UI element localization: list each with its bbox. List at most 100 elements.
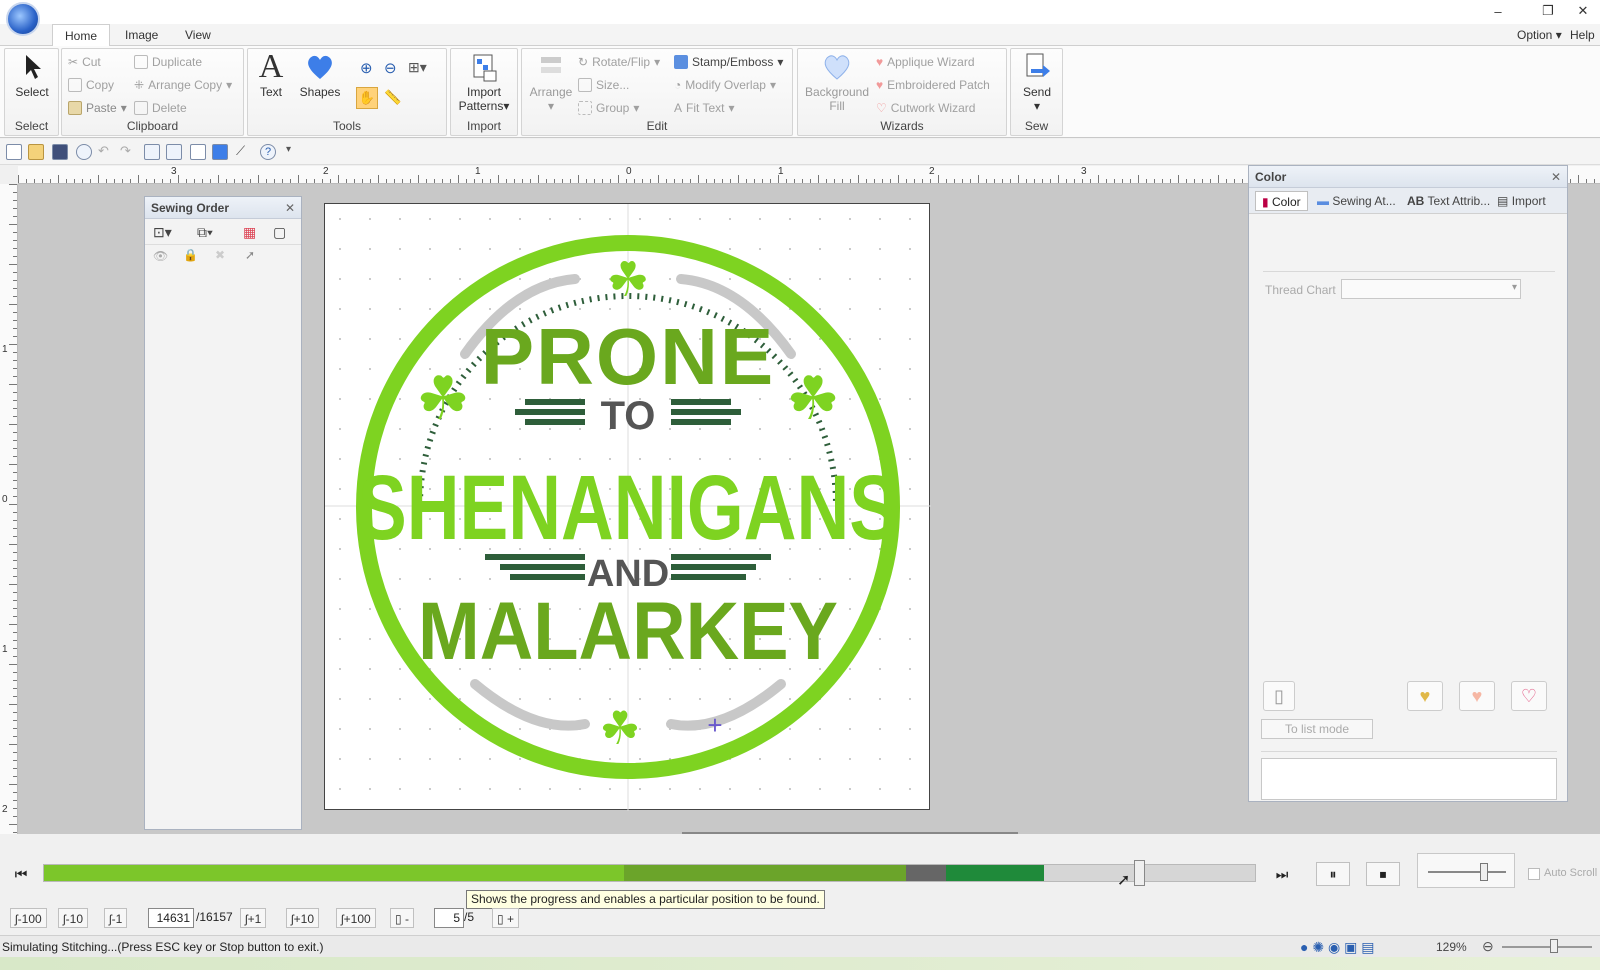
ruler-tick	[434, 179, 435, 183]
lock-icon[interactable]: 🔒	[183, 248, 198, 262]
view-all-icon[interactable]: ⊡▾	[153, 224, 172, 241]
zoom-out-icon[interactable]: ⊖	[384, 59, 397, 77]
applique-wizard-button[interactable]: ♥ Applique Wizard	[876, 55, 975, 69]
auto-scroll-checkbox[interactable]	[1528, 868, 1540, 880]
import-patterns-button[interactable]: Import Patterns▾	[455, 51, 513, 113]
help-icon[interactable]: ?	[260, 144, 276, 160]
pause-button[interactable]: ⏸	[1316, 862, 1350, 886]
design-page-icon[interactable]	[144, 144, 160, 160]
close-button[interactable]: ✕	[1566, 0, 1600, 22]
patch-heart-button[interactable]: ♥	[1459, 681, 1495, 711]
group-view-icon[interactable]: ⧉▾	[197, 224, 213, 241]
open-folder-icon[interactable]	[28, 144, 44, 160]
copy-button[interactable]: Copy	[68, 78, 114, 92]
option-menu[interactable]: Option ▾	[1505, 24, 1574, 46]
measure-tool-icon[interactable]: ⟋	[236, 144, 252, 160]
view-mode-icons[interactable]: ● ✺ ◉ ▣ ▤	[1300, 939, 1374, 956]
size-button[interactable]: Size...	[578, 78, 629, 92]
select-button[interactable]: Select	[11, 51, 53, 99]
background-fill-button[interactable]: Background Fill	[802, 51, 872, 113]
design-canvas[interactable]: ☘ ☘ ☘ ☘ PRONE TO SHENANIGANS AND MALARKE…	[324, 203, 931, 811]
zoom-slider-thumb[interactable]	[1550, 939, 1558, 953]
tab-text-attributes[interactable]: AB Text Attrib...	[1407, 194, 1490, 208]
app-logo-icon[interactable]	[6, 2, 40, 36]
paste-button[interactable]: Paste ▾	[68, 101, 127, 115]
thread-chart-select[interactable]: ▾	[1341, 279, 1521, 299]
text-button[interactable]: A Text	[254, 50, 288, 100]
ruler-tick	[13, 288, 17, 289]
speed-thumb[interactable]	[1480, 863, 1488, 881]
select-arrow-icon[interactable]: ➚	[245, 248, 255, 262]
step-minus-10-button[interactable]: ʃ-10	[58, 908, 89, 928]
stitch-current-field[interactable]: 14631	[148, 908, 194, 928]
step-minus-1-button[interactable]: ʃ-1	[104, 908, 128, 928]
measure-icon[interactable]: 📏	[384, 89, 401, 106]
spool-button[interactable]: ▯	[1263, 681, 1295, 711]
zoom-in-icon[interactable]: ⊕	[360, 59, 373, 77]
print-preview-icon[interactable]	[76, 144, 92, 160]
send-button[interactable]: Send ▾	[1015, 51, 1059, 113]
tab-view[interactable]: View	[173, 24, 223, 46]
delete-x-icon[interactable]: ✖	[215, 248, 225, 262]
tab-sewing-attributes[interactable]: ▬ Sewing At...	[1317, 194, 1396, 208]
ruler-tick	[13, 712, 17, 713]
ruler-tick	[9, 184, 17, 185]
modify-overlap-button[interactable]: ◔ Modify Overlap ▾	[674, 78, 776, 92]
to-list-mode-button[interactable]: To list mode	[1261, 719, 1373, 739]
hand-pan-icon[interactable]: ✋	[356, 87, 378, 109]
minimize-button[interactable]: –	[1478, 0, 1518, 22]
restore-button[interactable]: ❐	[1528, 0, 1568, 22]
ruler-tick	[938, 175, 939, 183]
arrange-button[interactable]: Arrange ▾	[526, 51, 576, 113]
undo-icon[interactable]: ↶	[98, 144, 114, 160]
save-icon[interactable]	[52, 144, 68, 160]
stop-button[interactable]: ⏹	[1366, 862, 1400, 886]
zoom-slider[interactable]	[1502, 946, 1592, 948]
progress-slider-thumb[interactable]	[1133, 860, 1145, 886]
rotate-flip-button[interactable]: ↻ Rotate/Flip ▾	[578, 55, 660, 69]
stamp-emboss-button[interactable]: Stamp/Emboss ▾	[674, 55, 783, 69]
color-panel-close-icon[interactable]: ✕	[1551, 170, 1561, 184]
color-current-field[interactable]: 5	[434, 908, 464, 928]
shapes-button[interactable]: Shapes	[298, 51, 342, 99]
help-menu[interactable]: Help	[1568, 24, 1600, 46]
color-next-button[interactable]: ▯ +	[492, 908, 519, 928]
hoop-icon[interactable]	[166, 144, 182, 160]
redo-icon[interactable]: ↷	[120, 144, 136, 160]
new-file-icon[interactable]	[6, 144, 22, 160]
step-minus-100-button[interactable]: ʃ-100	[10, 908, 47, 928]
zoom-fit-icon[interactable]: ⊞▾	[408, 59, 427, 76]
go-to-end-button[interactable]: ⏭	[1269, 862, 1295, 886]
speed-slider[interactable]	[1417, 853, 1515, 888]
step-plus-1-button[interactable]: ʃ+1	[240, 908, 267, 928]
go-to-start-button[interactable]: ⏮	[8, 862, 34, 886]
duplicate-button[interactable]: Duplicate	[134, 55, 202, 69]
frame-icon[interactable]: ▢	[273, 224, 286, 241]
stitch-progress-bar[interactable]	[43, 864, 1256, 882]
ruler-tick	[13, 528, 17, 529]
customize-toolbar-icon[interactable]: ▾	[286, 144, 302, 160]
delete-button[interactable]: Delete	[134, 101, 187, 115]
applique-heart-button[interactable]: ♥	[1407, 681, 1443, 711]
page-icon[interactable]	[190, 144, 206, 160]
cut-button[interactable]: ✂ Cut	[68, 55, 101, 69]
property-icon[interactable]	[212, 144, 228, 160]
zoom-out-small-icon[interactable]: ⊖	[1482, 938, 1494, 955]
arrange-copy-button[interactable]: ⁜ Arrange Copy ▾	[134, 78, 232, 92]
color-sort-icon[interactable]: ▦	[243, 224, 256, 241]
step-plus-10-button[interactable]: ʃ+10	[286, 908, 320, 928]
tab-image[interactable]: Image	[113, 24, 170, 46]
cutwork-heart-button[interactable]: ♡	[1511, 681, 1547, 711]
ruler-tick	[730, 179, 731, 183]
fit-text-button[interactable]: A Fit Text ▾	[674, 101, 735, 115]
eye-icon[interactable]: 👁	[153, 249, 168, 263]
sewing-order-close-icon[interactable]: ✕	[285, 201, 295, 215]
color-prev-button[interactable]: ▯ -	[390, 908, 414, 928]
step-plus-100-button[interactable]: ʃ+100	[336, 908, 376, 928]
cutwork-wizard-button[interactable]: ♡ Cutwork Wizard	[876, 101, 975, 115]
group-button[interactable]: Group ▾	[578, 101, 639, 115]
tab-import[interactable]: ▤ Import	[1497, 194, 1546, 208]
embroidered-patch-button[interactable]: ♥ Embroidered Patch	[876, 78, 990, 92]
tab-home[interactable]: Home	[52, 24, 111, 47]
tab-color[interactable]: ▮ Color	[1255, 191, 1308, 211]
